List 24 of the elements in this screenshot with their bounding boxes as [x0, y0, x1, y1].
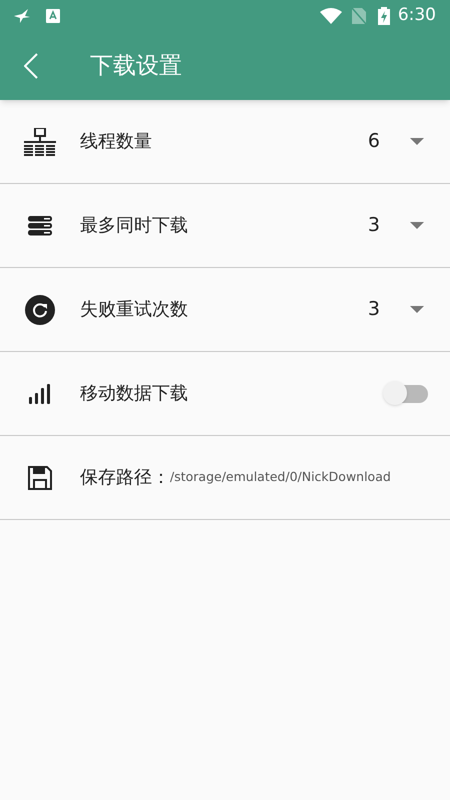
setting-value: 3 [368, 297, 380, 322]
page-title: 下载设置 [90, 52, 182, 81]
setting-value: 3 [368, 213, 380, 238]
dropdown-caret-icon[interactable] [410, 222, 424, 230]
setting-label: 失败重试次数 [80, 298, 188, 322]
wifi-icon [320, 8, 342, 24]
no-sim-icon [352, 8, 366, 24]
setting-label: 移动数据下载 [80, 382, 188, 406]
toggle-switch[interactable] [382, 380, 430, 408]
battery-charging-icon [378, 7, 390, 25]
path-text: /storage/emulated/0/NickDownload [170, 468, 391, 486]
bird-icon [14, 9, 30, 23]
setting-value: 6 [368, 129, 380, 154]
keyboard-a-icon [46, 9, 60, 23]
dropdown-caret-icon[interactable] [410, 138, 424, 146]
setting-label: 最多同时下载 [80, 214, 188, 238]
refresh-icon [25, 294, 55, 324]
server-stack-icon [28, 216, 52, 236]
setting-label: 线程数量 [80, 130, 152, 154]
network-icon [24, 128, 56, 156]
signal-bars-icon [29, 384, 51, 404]
setting-label: 保存路径： [80, 466, 170, 490]
status-time: 6:30 [398, 4, 436, 28]
dropdown-caret-icon[interactable] [410, 306, 424, 314]
